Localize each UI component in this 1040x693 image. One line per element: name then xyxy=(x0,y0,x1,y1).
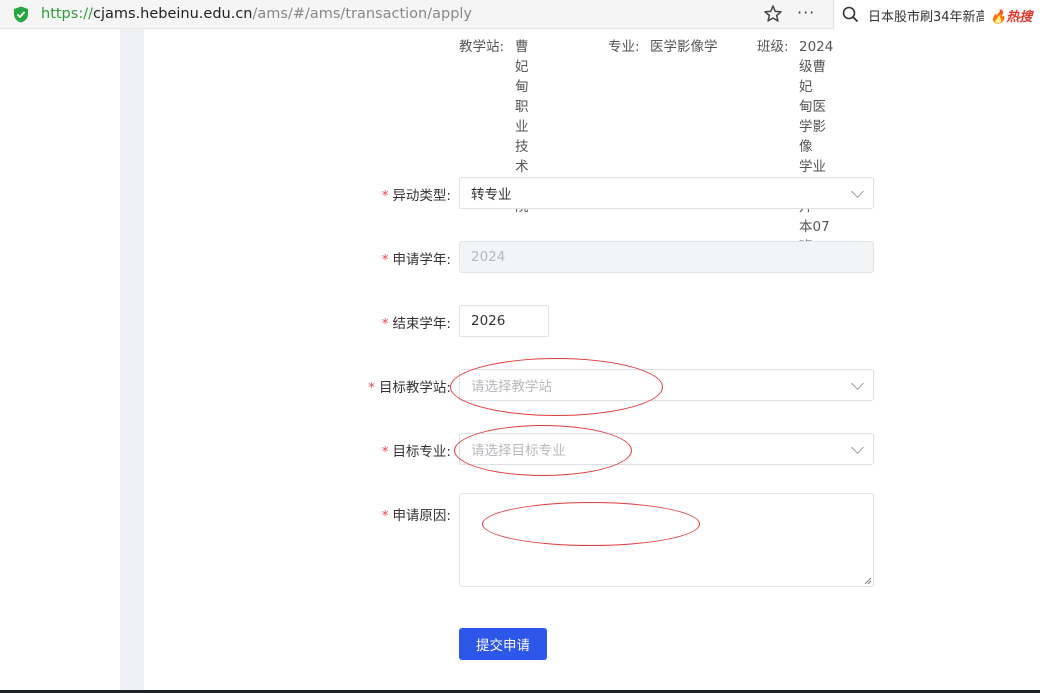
more-menu-icon[interactable]: ··· xyxy=(797,3,815,22)
chevron-down-icon xyxy=(851,441,864,454)
reason-label: * 申请原因: xyxy=(381,508,451,524)
flame-icon: 🔥 xyxy=(990,10,1007,25)
secure-shield-icon xyxy=(14,6,28,23)
chevron-down-icon xyxy=(851,377,864,390)
end-year-label: * 结束学年: xyxy=(381,316,451,332)
url-host: cjams.hebeinu.edu.cn xyxy=(92,6,253,22)
class-value-line: 2024级曹妃 xyxy=(799,39,834,95)
bookmark-star-icon[interactable] xyxy=(763,4,783,24)
address-bar[interactable]: https://cjams.hebeinu.edu.cn/ams/#/ams/t… xyxy=(0,0,826,29)
apply-year-input: 2024 xyxy=(459,241,874,273)
target-major-label: * 目标专业: xyxy=(381,444,451,460)
url-protocol: https:// xyxy=(41,6,93,22)
change-type-label: * 异动类型: xyxy=(381,188,451,204)
station-value-line: 曹妃甸职 xyxy=(515,39,529,115)
annotation-ellipse-station xyxy=(450,358,663,416)
chevron-down-icon xyxy=(851,185,864,198)
change-type-value: 转专业 xyxy=(471,187,512,203)
resize-handle-icon[interactable] xyxy=(864,577,872,585)
annotation-ellipse-reason xyxy=(482,502,700,546)
hot-search-badge[interactable]: 🔥热搜 xyxy=(990,6,1032,25)
browser-toolbar: https://cjams.hebeinu.edu.cn/ams/#/ams/t… xyxy=(0,0,1040,29)
class-value: 2024级曹妃 甸医学影像 学业余专升 本07班 xyxy=(799,37,833,257)
apply-year-value: 2024 xyxy=(471,249,506,265)
search-suggestion-text: 日本股市刷34年新高 xyxy=(868,10,984,25)
end-year-value: 2026 xyxy=(471,313,506,329)
major-value: 医学影像学 xyxy=(650,39,718,55)
change-type-select[interactable]: 转专业 xyxy=(459,177,874,209)
hot-search-label: 热搜 xyxy=(1006,10,1033,25)
sidebar-gutter xyxy=(120,29,144,693)
browser-search-box[interactable]: 日本股市刷34年新高 🔥热搜 xyxy=(833,0,1040,29)
end-year-picker[interactable]: 2026 xyxy=(459,305,549,337)
search-icon xyxy=(842,6,859,23)
apply-year-label: * 申请学年: xyxy=(381,252,451,268)
station-label: 教学站: xyxy=(459,39,505,55)
class-label: 班级: xyxy=(757,39,789,55)
submit-application-button[interactable]: 提交申请 xyxy=(459,628,547,660)
url-path: /ams/#/ams/transaction/apply xyxy=(252,6,473,22)
annotation-ellipse-major xyxy=(454,425,632,476)
url-text: https://cjams.hebeinu.edu.cn/ams/#/ams/t… xyxy=(41,5,472,23)
major-label: 专业: xyxy=(608,39,640,55)
target-station-label: * 目标教学站: xyxy=(368,380,451,396)
class-value-line: 甸医学影像 xyxy=(799,99,826,155)
